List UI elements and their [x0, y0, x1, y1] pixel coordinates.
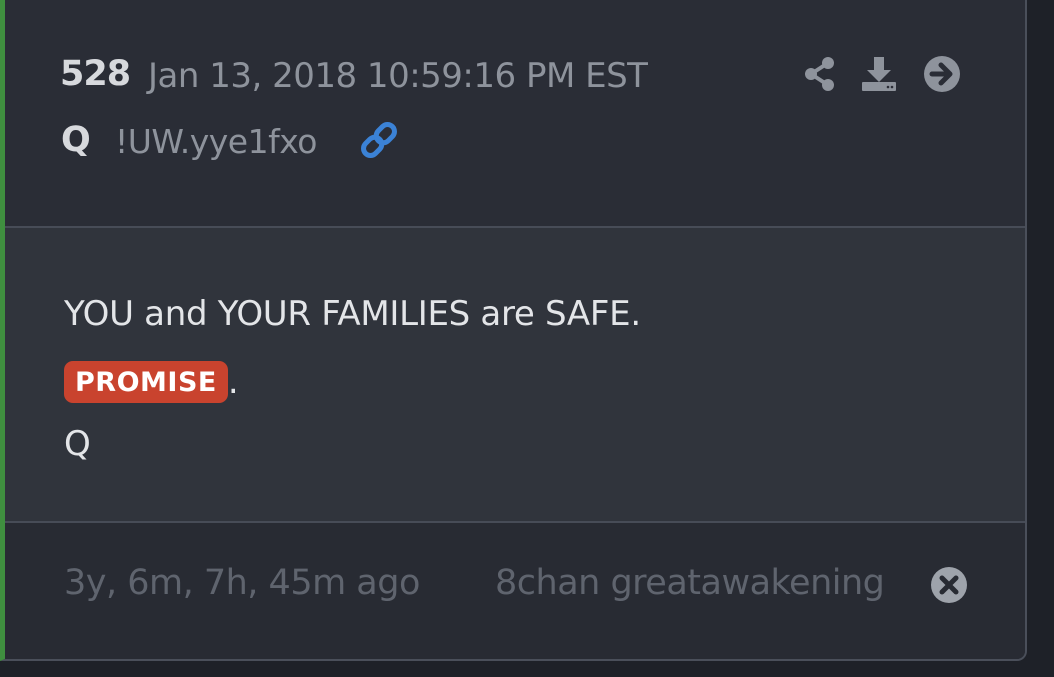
post-card: 528 Jan 13, 2018 10:59:16 PM EST Q !UW.y…	[0, 0, 1027, 661]
share-icon[interactable]	[800, 54, 840, 94]
post-body: YOU and YOUR FAMILIES are SAFE. PROMISE.…	[5, 228, 1025, 523]
post-header: 528 Jan 13, 2018 10:59:16 PM EST Q !UW.y…	[5, 0, 1025, 228]
promise-row: PROMISE.	[64, 361, 239, 407]
post-author: Q	[61, 120, 91, 160]
post-signature: Q	[64, 424, 91, 464]
badge-suffix: .	[227, 362, 239, 402]
post-number: 528	[60, 54, 131, 94]
arrow-circle-right-icon[interactable]	[922, 54, 962, 94]
time-ago: 3y, 6m, 7h, 45m ago	[64, 563, 420, 603]
post-text-line: YOU and YOUR FAMILIES are SAFE.	[64, 294, 641, 334]
promise-badge: PROMISE	[64, 361, 228, 403]
link-icon[interactable]	[357, 118, 401, 162]
post-tripcode: !UW.yye1fxo	[115, 122, 317, 161]
post-source[interactable]: 8chan greatawakening	[495, 563, 885, 603]
download-icon[interactable]	[859, 54, 899, 94]
post-footer: 3y, 6m, 7h, 45m ago 8chan greatawakening	[5, 523, 1025, 659]
close-circle-icon[interactable]	[929, 565, 969, 605]
post-date: Jan 13, 2018 10:59:16 PM EST	[148, 56, 648, 96]
